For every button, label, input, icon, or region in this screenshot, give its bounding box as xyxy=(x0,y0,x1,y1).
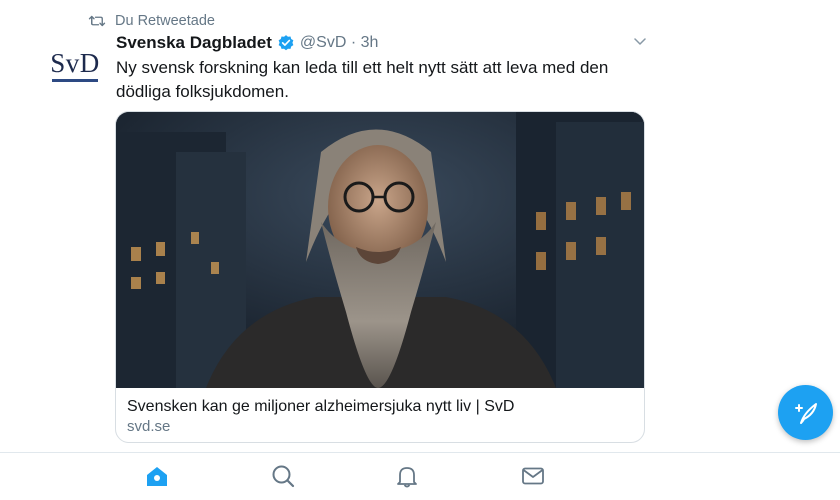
tab-notifications[interactable] xyxy=(394,463,420,489)
card-title: Svensken kan ge miljoner alzheimersjuka … xyxy=(127,398,515,415)
avatar-logo-text: SvD xyxy=(50,48,100,78)
link-card[interactable]: Svensken kan ge miljoner alzheimersjuka … xyxy=(115,111,645,443)
avatar-logo-underline xyxy=(52,79,98,82)
author-name[interactable]: Svenska Dagbladet xyxy=(116,33,272,53)
tab-search[interactable] xyxy=(270,463,296,489)
compose-tweet-button[interactable] xyxy=(778,385,833,440)
tab-home[interactable] xyxy=(144,463,170,489)
retweet-label: Du Retweetade xyxy=(115,13,215,29)
chevron-down-icon[interactable] xyxy=(633,37,647,47)
author-handle-and-time: @SvD · 3h xyxy=(299,34,379,51)
home-icon xyxy=(147,467,167,486)
card-domain: svd.se xyxy=(127,418,171,435)
avatar[interactable]: SvD xyxy=(48,48,102,84)
card-photo xyxy=(116,112,644,388)
search-icon xyxy=(272,465,295,488)
tab-messages[interactable] xyxy=(520,463,546,489)
retweet-icon xyxy=(88,15,106,27)
compose-tweet-icon xyxy=(794,402,817,424)
verified-badge-icon xyxy=(278,35,294,51)
bell-icon xyxy=(397,467,417,488)
tweet-header: Svenska Dagbladet @SvD · 3h xyxy=(116,32,378,54)
tweet-text: Ny svensk forskning kan leda till ett he… xyxy=(116,58,609,101)
bottom-tab-bar xyxy=(0,452,840,500)
retweet-context: Du Retweetade xyxy=(88,11,215,31)
mail-icon xyxy=(522,467,544,485)
card-image xyxy=(116,112,644,388)
